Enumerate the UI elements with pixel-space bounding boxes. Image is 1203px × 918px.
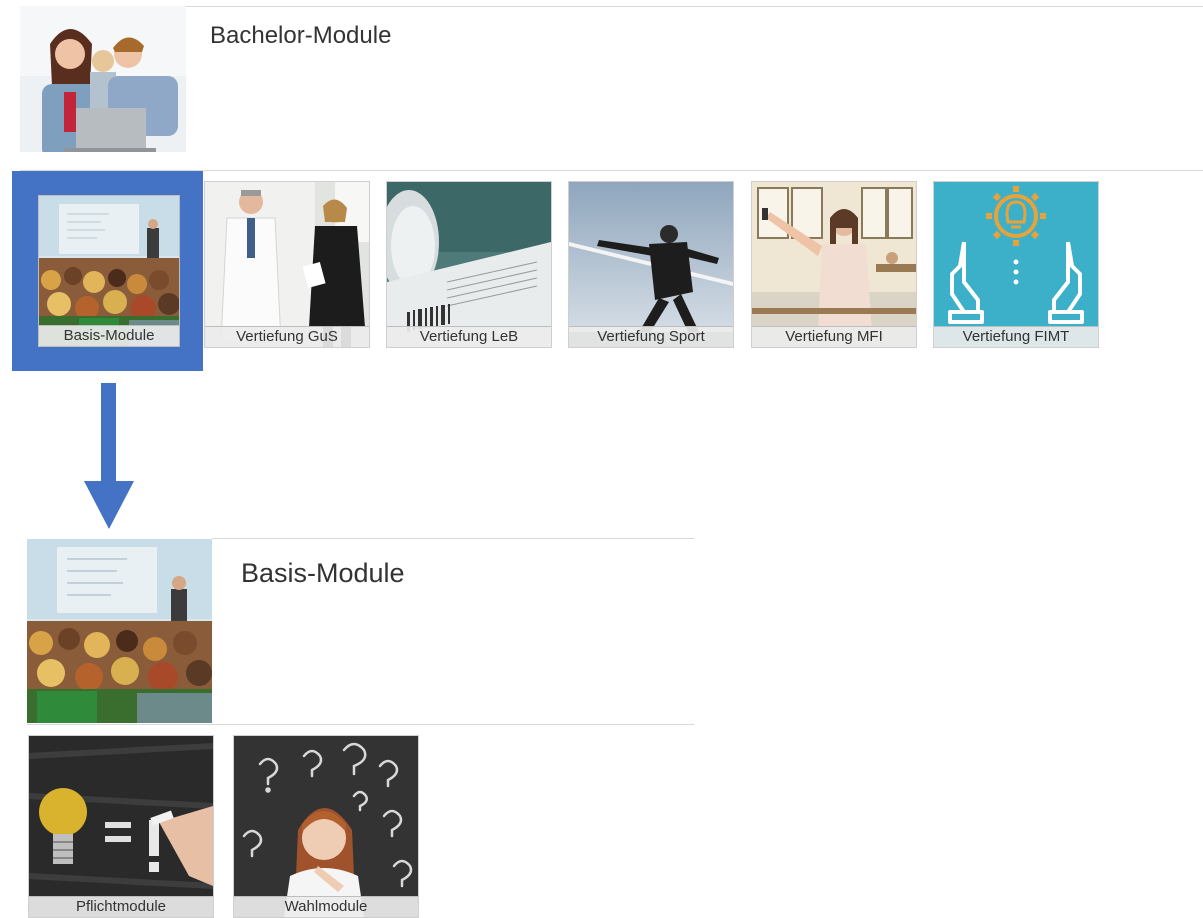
- tile-vertiefung-gus[interactable]: Vertiefung GuS: [204, 181, 370, 348]
- arrow-down-icon: [84, 481, 134, 529]
- tile-label: Vertiefung GuS: [205, 326, 369, 347]
- tile-label: Pflichtmodule: [29, 896, 213, 917]
- basis-header-image: [27, 539, 212, 723]
- tile-label: Basis-Module: [39, 325, 179, 346]
- tile-vertiefung-leb[interactable]: Vertiefung LeB: [386, 181, 552, 348]
- tile-label: Vertiefung FIMT: [934, 326, 1098, 347]
- basis-top-rule: [212, 538, 694, 539]
- basis-section-rule: [27, 724, 694, 725]
- tile-vertiefung-mfi[interactable]: Vertiefung MFI: [751, 181, 917, 348]
- tile-vertiefung-sport[interactable]: Vertiefung Sport: [568, 181, 734, 348]
- tile-vertiefung-fimt[interactable]: Vertiefung FIMT: [933, 181, 1099, 348]
- tile-label: Vertiefung LeB: [387, 326, 551, 347]
- bachelor-header-image: [20, 6, 186, 164]
- top-rule: [186, 6, 1203, 7]
- tile-wahlmodule[interactable]: Wahlmodule: [233, 735, 419, 918]
- tile-label: Vertiefung MFI: [752, 326, 916, 347]
- arrow-shaft: [101, 383, 116, 483]
- page-title: Bachelor-Module: [210, 22, 392, 49]
- tile-basis-module[interactable]: Basis-Module: [38, 195, 180, 347]
- tile-label: Vertiefung Sport: [569, 326, 733, 347]
- section-title: Basis-Module: [241, 558, 405, 588]
- tile-label: Wahlmodule: [234, 896, 418, 917]
- tile-pflichtmodule[interactable]: Pflichtmodule: [28, 735, 214, 918]
